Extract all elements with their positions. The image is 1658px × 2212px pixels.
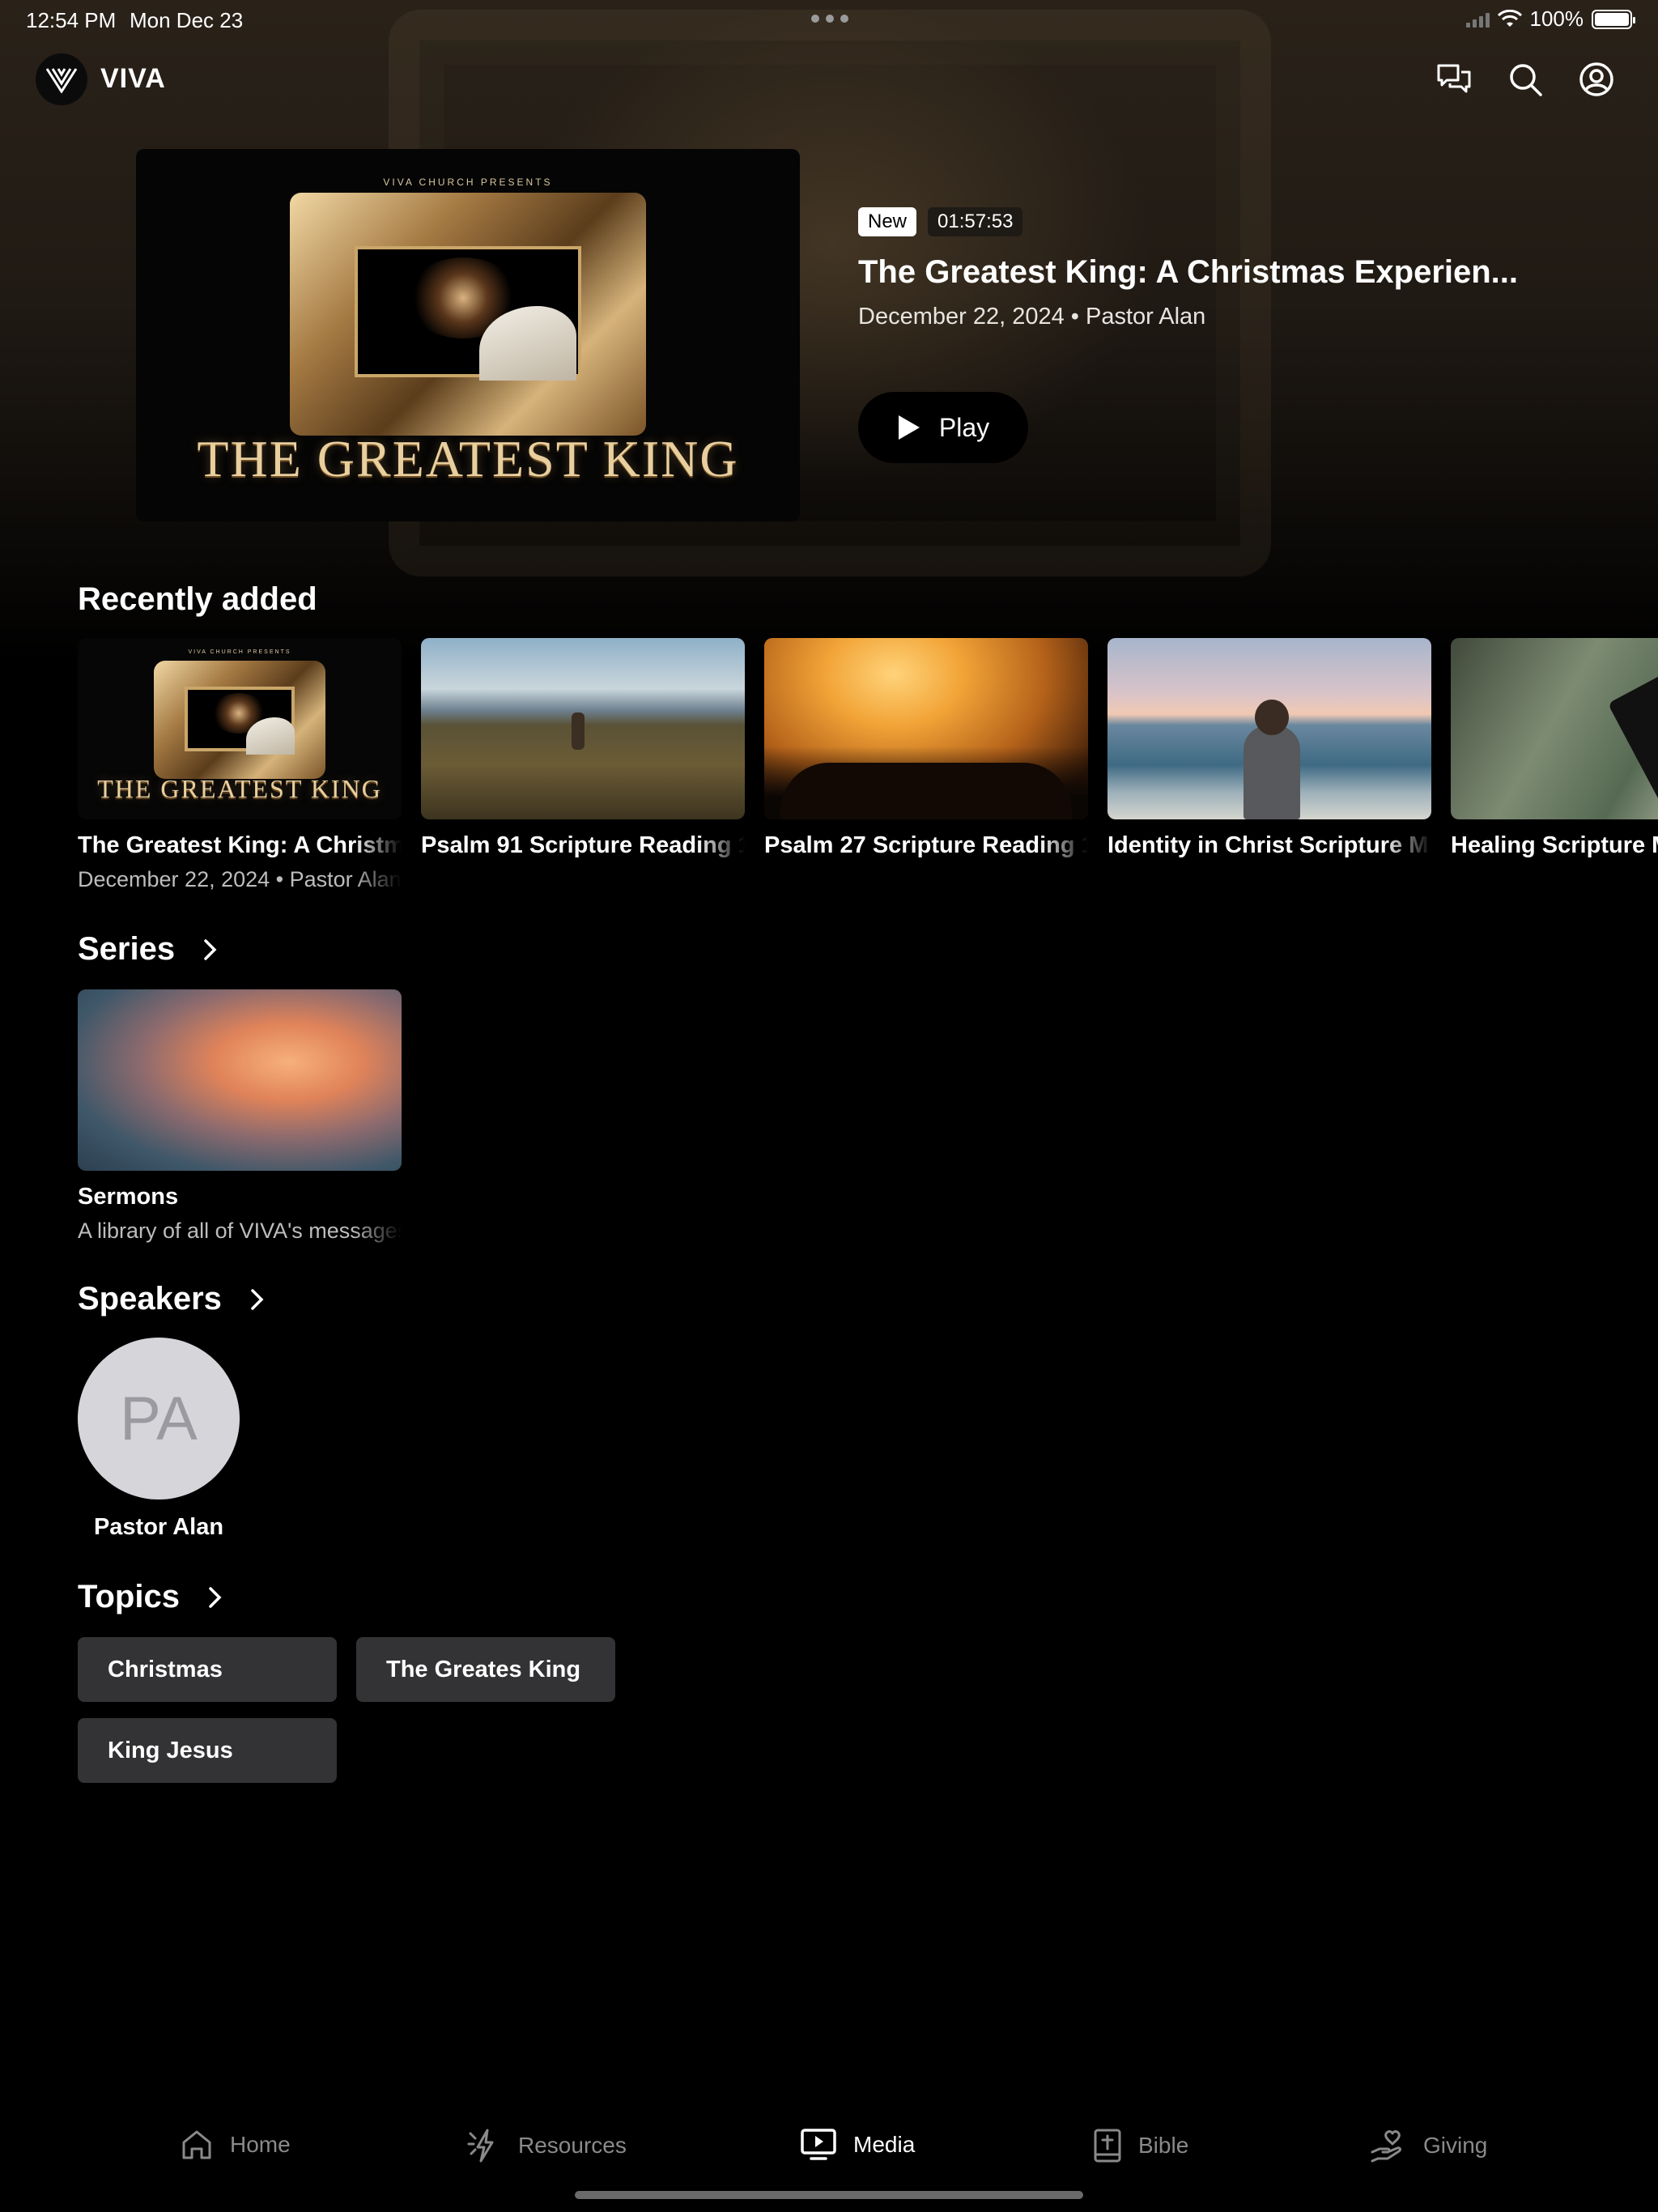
tab-media[interactable]: Media <box>800 2128 915 2162</box>
status-right: 100% <box>1465 6 1635 32</box>
media-card[interactable]: Healing Scripture M <box>1451 638 1658 859</box>
duration-badge: 01:57:53 <box>928 207 1023 236</box>
play-button[interactable]: Play <box>858 392 1028 463</box>
tab-resources[interactable]: Resources <box>466 2128 627 2163</box>
topic-chip-the-greates-king[interactable]: The Greates King <box>356 1637 615 1702</box>
speakers-title: Speakers <box>78 1281 222 1317</box>
media-card-title: Psalm 91 Scripture Reading 1 <box>421 832 745 858</box>
series-header[interactable]: Series <box>78 931 225 968</box>
home-icon <box>182 2130 211 2159</box>
chevron-right-icon[interactable] <box>201 1583 230 1612</box>
topics-header[interactable]: Topics <box>78 1579 230 1615</box>
series-thumbnail <box>78 989 402 1171</box>
giving-icon <box>1371 2129 1401 2163</box>
home-indicator[interactable] <box>575 2191 1083 2199</box>
cellular-signal-icon <box>1465 11 1490 28</box>
media-card[interactable]: VIVA CHURCH PRESENTS THE GREATEST KING T… <box>78 638 402 892</box>
tab-home[interactable]: Home <box>180 2128 291 2162</box>
search-icon[interactable] <box>1504 58 1546 100</box>
media-thumbnail <box>764 638 1088 819</box>
bible-icon <box>1094 2129 1121 2163</box>
chevron-right-icon[interactable] <box>243 1285 272 1314</box>
speaker-item[interactable]: PA Pastor Alan <box>78 1338 240 1541</box>
topics-title: Topics <box>78 1579 180 1614</box>
media-thumbnail <box>421 638 745 819</box>
tab-giving[interactable]: Giving <box>1370 2128 1487 2163</box>
status-bar: 12:54 PM Mon Dec 23 100% <box>0 0 1658 39</box>
recently-added-title: Recently added <box>78 581 317 618</box>
media-card-title: The Greatest King: A Christmas Experienc… <box>78 832 402 858</box>
status-date: Mon Dec 23 <box>130 8 244 32</box>
speaker-avatar: PA <box>78 1338 240 1499</box>
hero-art-presents: VIVA CHURCH PRESENTS <box>383 177 553 188</box>
resources-icon <box>467 2129 494 2163</box>
media-thumbnail <box>1451 638 1658 819</box>
series-card[interactable]: Sermons A library of all of VIVA's messa… <box>78 989 402 1244</box>
tab-bar: Home Resources Media Bible Giving <box>0 2105 1658 2194</box>
play-icon <box>898 415 920 440</box>
app-header: VIVA <box>0 50 1658 108</box>
battery-icon <box>1592 9 1635 29</box>
chat-icon[interactable] <box>1433 58 1475 100</box>
media-card[interactable]: Identity in Christ Scripture M <box>1107 638 1431 859</box>
media-card[interactable]: Psalm 27 Scripture Reading 1 <box>764 638 1088 859</box>
app-name: VIVA <box>100 63 166 94</box>
tab-home-label: Home <box>230 2132 291 2157</box>
status-time: 12:54 PM <box>26 8 117 32</box>
media-card-title: Psalm 27 Scripture Reading 1 <box>764 832 1088 858</box>
recently-added-row[interactable]: VIVA CHURCH PRESENTS THE GREATEST KING T… <box>78 638 1658 897</box>
battery-percent: 100% <box>1529 6 1584 31</box>
hero-title[interactable]: The Greatest King: A Christmas Experien.… <box>858 254 1619 291</box>
tab-bible[interactable]: Bible <box>1093 2128 1188 2163</box>
series-card-title: Sermons <box>78 1184 179 1210</box>
hero-art-title: THE GREATEST KING <box>197 430 739 487</box>
thumb-title: THE GREATEST KING <box>97 774 382 803</box>
speaker-name: Pastor Alan <box>93 1514 224 1540</box>
media-thumbnail <box>1107 638 1431 819</box>
play-label: Play <box>938 412 990 442</box>
wifi-icon <box>1497 9 1522 27</box>
tab-media-label: Media <box>853 2132 916 2157</box>
account-icon[interactable] <box>1575 58 1618 100</box>
media-card-title: Healing Scripture M <box>1451 832 1658 858</box>
golden-frame <box>290 193 646 436</box>
recently-added-label: Recently added <box>78 581 317 617</box>
media-icon <box>801 2129 836 2160</box>
viva-logo-icon[interactable] <box>36 53 87 105</box>
media-card[interactable]: Psalm 91 Scripture Reading 1 <box>421 638 745 859</box>
series-title: Series <box>78 931 176 967</box>
hero-artwork[interactable]: VIVA CHURCH PRESENTS THE GREATEST KING <box>136 149 800 521</box>
tab-bible-label: Bible <box>1138 2133 1189 2158</box>
series-card-subtitle: A library of all of VIVA's messages <box>78 1219 402 1243</box>
multitasking-dots[interactable] <box>811 15 848 23</box>
tab-giving-label: Giving <box>1423 2133 1488 2158</box>
hero-meta: December 22, 2024 • Pastor Alan <box>858 304 1206 330</box>
media-card-subtitle: December 22, 2024 • Pastor Alan <box>78 867 402 891</box>
hero-info: New 01:57:53 The Greatest King: A Christ… <box>858 207 1619 330</box>
media-thumbnail: VIVA CHURCH PRESENTS THE GREATEST KING <box>78 638 402 819</box>
topic-chip-king-jesus[interactable]: King Jesus <box>78 1718 337 1783</box>
thumb-presents: VIVA CHURCH PRESENTS <box>188 649 291 655</box>
media-card-title: Identity in Christ Scripture M <box>1107 832 1429 858</box>
tab-resources-label: Resources <box>518 2133 627 2158</box>
new-badge: New <box>858 207 917 236</box>
topic-chip-christmas[interactable]: Christmas <box>78 1637 337 1702</box>
chevron-right-icon[interactable] <box>196 935 225 964</box>
speakers-header[interactable]: Speakers <box>78 1281 272 1317</box>
